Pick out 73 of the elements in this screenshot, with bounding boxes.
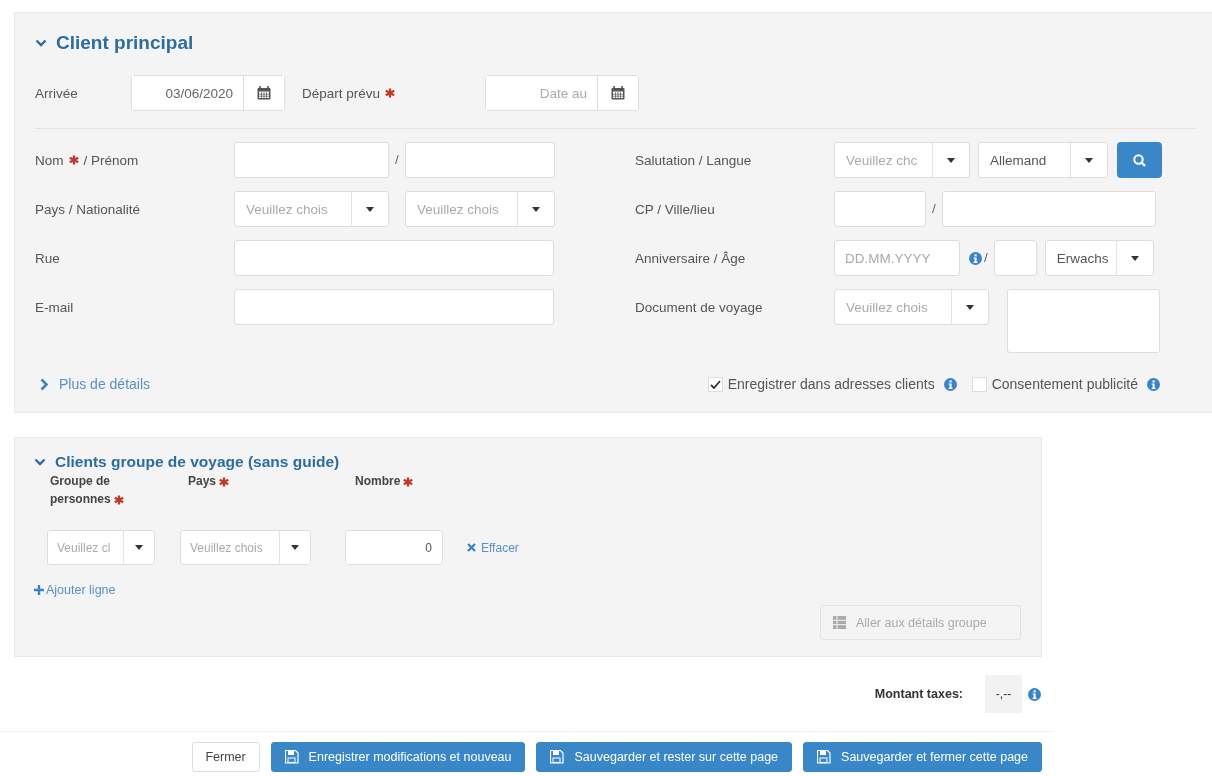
save-button[interactable]: Enregistrer modifications et nouveau [270,742,526,772]
field-label: Salutation / Langue [635,152,752,168]
dropdown[interactable]: Veuillez chois [834,289,989,325]
save-button[interactable]: Sauvegarder et fermer cette page [803,742,1042,772]
checkbox[interactable] [971,376,987,392]
separator: / [983,249,989,267]
taxes-label: Montant taxes: [874,687,963,701]
text-area[interactable] [1007,289,1160,353]
section-title[interactable]: Clients groupe de voyage (sans guide) [55,452,340,472]
caret-icon [947,157,955,163]
dropdown[interactable]: Veuillez chois [180,530,311,565]
input-field[interactable]: DD.MM.YYYY [834,240,960,276]
close-button[interactable]: Fermer [191,742,260,772]
number-field[interactable]: 0 [345,530,443,565]
checkbox-label[interactable]: Enregistrer dans adresses clients [727,376,935,392]
dropdown[interactable]: Veuillez chois [405,191,555,227]
save-icon [817,750,832,764]
caret-icon [291,545,299,550]
field-label: CP / Ville/lieu [635,201,715,217]
search-icon [1133,153,1146,167]
field-label: Nom [35,152,64,168]
plus-icon [34,585,44,595]
date-field[interactable]: 03/06/2020 [131,75,285,111]
calendar-icon [257,86,271,100]
section-title[interactable]: Client principal [56,31,194,55]
caret-icon [366,206,374,212]
field-label: Pays / Nationalité [35,201,141,217]
delete-link[interactable]: Effacer [467,540,519,555]
column-header: Pays [188,474,217,488]
caret-icon [1085,157,1093,163]
checkbox[interactable] [707,376,723,392]
caret-icon [532,206,540,212]
save-icon [550,750,565,764]
dropdown[interactable]: Allemand [978,142,1108,178]
dropdown[interactable]: Erwachs [1044,240,1154,276]
caret-icon [966,304,974,310]
dropdown[interactable]: Veuillez chc [834,142,970,178]
field-label: Document de voyage [635,299,763,315]
check-icon [709,379,721,389]
save-button[interactable]: Sauvegarder et rester sur cette page [536,742,793,772]
dropdown[interactable]: Veuillez cl [47,530,155,565]
date-field[interactable]: Date au [485,75,639,111]
details-link[interactable]: Plus de détails [35,375,157,393]
field-label: Départ prévu [302,85,381,101]
input-field[interactable] [404,142,555,178]
field-label: Anniversaire / Âge [635,250,746,266]
input-field[interactable] [834,191,926,227]
input-field[interactable] [993,240,1037,276]
input-field[interactable] [234,240,554,276]
table-icon [833,616,846,629]
info-icon [1028,687,1041,701]
field-label: E-mail [35,299,74,315]
calendar-icon [611,86,625,100]
taxes-value: -,-- [985,675,1022,713]
save-icon [284,750,299,764]
separator: / [394,151,400,169]
field-label: Rue [35,250,60,266]
search-button[interactable] [1117,142,1162,178]
caret-icon [1130,255,1139,261]
column-header: Nombre [355,474,401,488]
field-label: / Prénom [83,152,139,168]
input-field[interactable] [941,191,1156,227]
input-field[interactable] [234,142,389,178]
info-icon [969,251,982,265]
input-field[interactable] [234,289,554,325]
close-icon [467,543,476,552]
dropdown[interactable]: Veuillez chois [234,191,389,227]
checkbox-label[interactable]: Consentement publicité [991,376,1138,392]
field-label: Arrivée [35,85,78,101]
column-header: Groupe de personnes [50,474,111,506]
caret-icon [135,545,143,550]
separator: / [931,200,937,218]
add-row-link[interactable]: Ajouter ligne [34,583,116,597]
